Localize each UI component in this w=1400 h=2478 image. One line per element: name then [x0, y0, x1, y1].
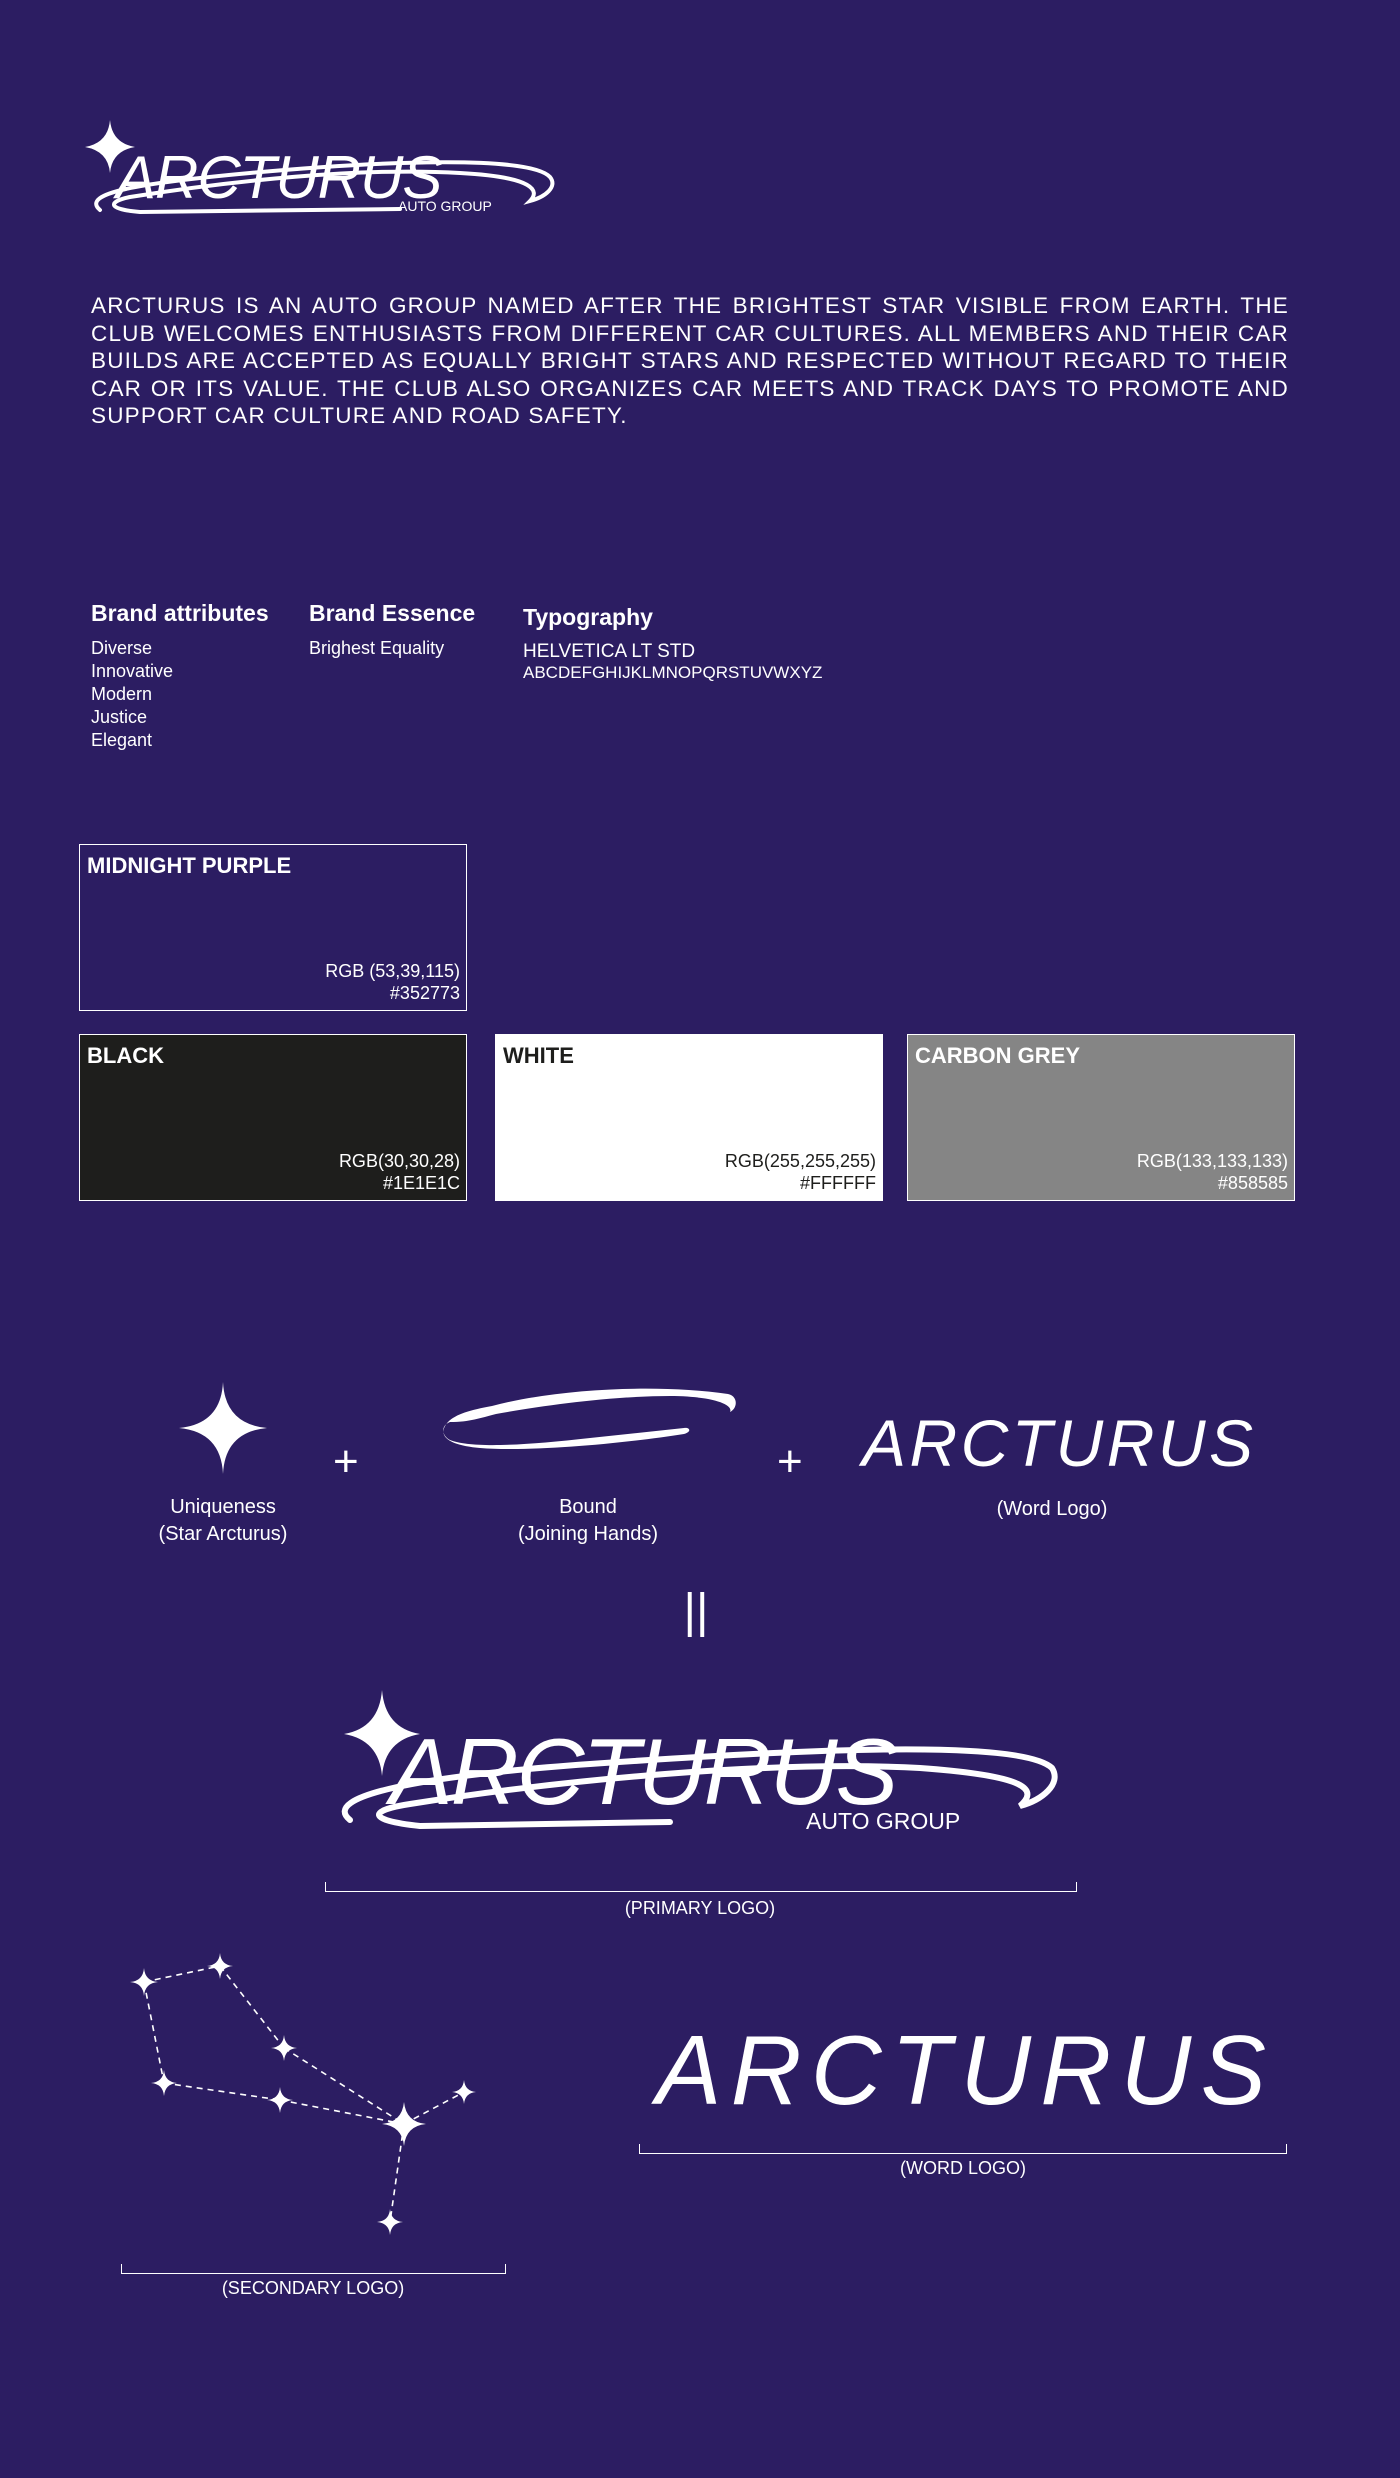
svg-text:ARCTURUS: ARCTURUS	[651, 2020, 1266, 2120]
star-icon	[207, 1953, 233, 1979]
swatch-name: WHITE	[503, 1043, 574, 1068]
word-caption: (Word Logo)	[996, 1498, 1108, 1520]
swatch-name: CARBON GREY	[915, 1043, 1081, 1068]
secondary-logo-caption: (SECONDARY LOGO)	[221, 2278, 405, 2298]
plus-sign: +	[333, 1437, 359, 1486]
brand-essence: Brand Essence Brighest Equality	[309, 600, 509, 660]
star-icon	[382, 2102, 426, 2146]
star-caption-title: Uniqueness	[170, 1496, 276, 1518]
typography: Typography HELVETICA LT STD ABCDEFGHIJKL…	[523, 604, 923, 683]
svg-text:ARCTURUS: ARCTURUS	[858, 1408, 1253, 1478]
secondary-logo	[130, 1953, 476, 2235]
brand-essence-title: Brand Essence	[309, 600, 476, 626]
brand-attributes-title: Brand attributes	[91, 600, 269, 626]
svg-text:ARCTURUS: ARCTURUS	[113, 144, 442, 211]
swatch-hex: #FFFFFF	[800, 1173, 876, 1193]
svg-text:AUTO GROUP: AUTO GROUP	[398, 198, 492, 214]
equals-sign: ||	[683, 1585, 709, 1638]
star-icon	[179, 1382, 267, 1474]
star-icon	[130, 1968, 158, 1996]
swatch-hex: #858585	[1217, 1173, 1288, 1193]
star-icon	[151, 2070, 177, 2096]
bound-caption: Bound (Joining Hands)	[488, 1494, 688, 1548]
attribute-item: Diverse	[91, 638, 153, 658]
swatch-hex: #352773	[389, 983, 460, 1003]
bound-caption-title: Bound	[559, 1496, 617, 1518]
star-icon	[271, 2035, 297, 2061]
attribute-item: Innovative	[91, 661, 174, 681]
bound-caption-sub: (Joining Hands)	[517, 1523, 659, 1545]
swatch-rgb: RGB(30,30,28)	[338, 1151, 460, 1171]
word-logo-bracket	[639, 2144, 1287, 2154]
swatch-rgb: RGB (53,39,115)	[325, 961, 460, 981]
swatch-name: BLACK	[87, 1043, 164, 1068]
constellation-stars	[130, 1953, 476, 2235]
star-icon	[267, 2087, 293, 2113]
swatch-hex: #1E1E1C	[382, 1173, 460, 1193]
intro-text: ARCTURUS IS AN AUTO GROUP NAMED AFTER TH…	[91, 293, 1289, 428]
brand-attributes: Brand attributes Diverse Innovative Mode…	[91, 600, 291, 752]
brand-essence-value: Brighest Equality	[309, 638, 445, 658]
star-caption: Uniqueness (Star Arcturus)	[123, 1494, 323, 1548]
swoosh-icon	[443, 1388, 736, 1450]
star-icon	[377, 2209, 403, 2235]
primary-logo: ARCTURUS AUTO GROUP	[341, 1690, 1058, 1834]
swatch-rgb: RGB(255,255,255)	[724, 1151, 876, 1171]
secondary-logo-bracket	[121, 2264, 506, 2274]
construction-wordmark: ARCTURUS	[858, 1408, 1254, 1478]
typography-font: HELVETICA LT STD	[523, 641, 696, 662]
word-logo: ARCTURUS	[651, 2020, 1268, 2120]
attribute-item: Justice	[91, 707, 148, 727]
swatch-midnight-purple: MIDNIGHT PURPLE RGB (53,39,115) #352773	[79, 844, 467, 1011]
star-icon	[452, 2080, 476, 2104]
attribute-item: Elegant	[91, 730, 153, 750]
swatch-white: WHITE RGB(255,255,255) #FFFFFF	[495, 1034, 883, 1201]
header-logo: ARCTURUS AUTO GROUP	[85, 120, 555, 215]
primary-logo-caption: (PRIMARY LOGO)	[624, 1898, 776, 1918]
attribute-item: Modern	[91, 684, 153, 704]
star-caption-sub: (Star Arcturus)	[158, 1523, 288, 1545]
svg-text:AUTO GROUP: AUTO GROUP	[806, 1808, 960, 1834]
typography-title: Typography	[523, 604, 653, 630]
word-logo-caption: (WORD LOGO)	[900, 2158, 1026, 2178]
swatch-name: MIDNIGHT PURPLE	[87, 853, 292, 878]
plus-sign: +	[777, 1437, 803, 1486]
swatch-carbon-grey: CARBON GREY RGB(133,133,133) #858585	[907, 1034, 1295, 1201]
primary-logo-bracket	[325, 1882, 1077, 1892]
constellation-lines	[143, 1965, 465, 2223]
swatch-black: BLACK RGB(30,30,28) #1E1E1C	[79, 1034, 467, 1201]
swatch-rgb: RGB(133,133,133)	[1136, 1151, 1288, 1171]
typography-alphabet: ABCDEFGHIJKLMNOPQRSTUVWXYZ	[523, 663, 823, 682]
